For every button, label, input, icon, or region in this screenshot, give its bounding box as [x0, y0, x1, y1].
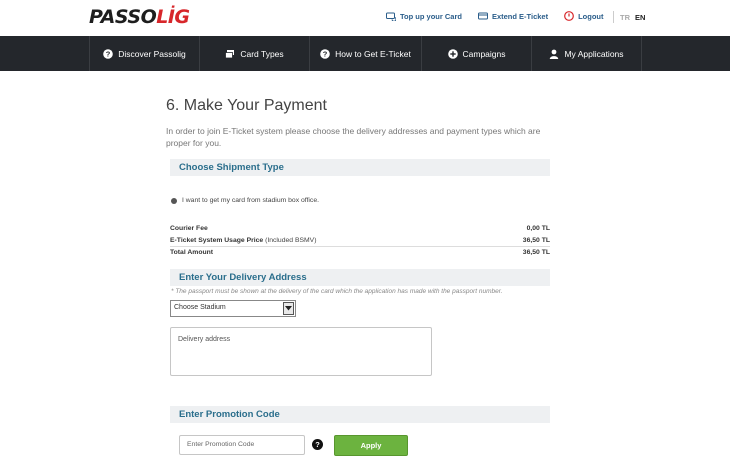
power-icon — [564, 11, 574, 21]
chevron-down-icon[interactable] — [283, 302, 294, 315]
intro-text: In order to join E-Ticket system please … — [166, 126, 541, 148]
lang-tr[interactable]: TR — [620, 13, 630, 22]
svg-text:?: ? — [106, 49, 111, 58]
question-circle-icon: ? — [103, 48, 114, 59]
promotion-code-placeholder: Enter Promotion Code — [187, 441, 255, 448]
nav-card-types[interactable]: Card Types — [199, 36, 309, 71]
extend-eticket-link[interactable]: Extend E-Ticket — [477, 11, 549, 21]
fee-label: Courier Fee — [170, 224, 208, 232]
fee-label: E-Ticket System Usage Price — [170, 236, 264, 244]
language-switcher: TR EN — [613, 11, 650, 23]
promotion-code-input[interactable]: Enter Promotion Code — [179, 435, 305, 455]
top-up-card-label: Top up your Card — [400, 11, 462, 21]
fee-value: 0,00 TL — [526, 224, 550, 232]
help-icon[interactable]: ? — [312, 439, 323, 450]
passolig-logo[interactable]: PASSOLİG — [89, 6, 190, 28]
page-title: 6. Make Your Payment — [166, 97, 327, 114]
fee-label-suffix: (Included BSMV) — [263, 236, 317, 244]
top-bar: PASSOLİG Top up your Card Extend E-Ticke… — [0, 0, 730, 36]
fee-value: 36,50 TL — [522, 249, 550, 256]
card-refresh-icon — [386, 11, 396, 21]
card-extend-icon — [477, 11, 488, 21]
logout-link[interactable]: Logout — [564, 11, 604, 21]
stadium-select-value: Choose Stadium — [174, 304, 226, 311]
fee-label: Total Amount — [170, 249, 214, 256]
nav-label: My Applications — [564, 48, 624, 59]
nav-label: Campaigns — [462, 48, 506, 59]
card-stack-icon — [225, 49, 235, 59]
delivery-section-heading: Enter Your Delivery Address — [170, 269, 550, 286]
fee-table: Courier Fee 0,00 TL E-Ticket System Usag… — [170, 222, 550, 258]
nav-label: Discover Passolig — [118, 48, 186, 59]
svg-text:?: ? — [323, 49, 328, 58]
nav-campaigns[interactable]: Campaigns — [421, 36, 531, 71]
shipment-section-heading: Choose Shipment Type — [170, 159, 550, 176]
promotion-section-heading: Enter Promotion Code — [170, 406, 550, 423]
question-circle-icon: ? — [320, 48, 330, 59]
nav-discover-passolig[interactable]: ? Discover Passolig — [89, 36, 199, 71]
shipment-radio[interactable] — [171, 197, 177, 204]
user-icon — [549, 49, 559, 59]
nav-label: Card Types — [240, 48, 284, 59]
passport-note: * The passport must be shown at the deli… — [171, 288, 503, 295]
nav-my-applications[interactable]: My Applications — [531, 36, 642, 71]
delivery-address-placeholder: Delivery address — [178, 336, 231, 343]
main-nav: ? Discover Passolig Card Types ? How to … — [0, 36, 730, 71]
shipment-option[interactable]: I want to get my card from stadium box o… — [171, 197, 319, 204]
nav-label: How to Get E-Ticket — [335, 48, 411, 59]
shipment-option-label: I want to get my card from stadium box o… — [182, 197, 320, 204]
fee-value: 36,50 TL — [522, 236, 550, 244]
logout-label: Logout — [578, 11, 604, 21]
fee-row-total: Total Amount 36,50 TL — [170, 246, 550, 258]
plus-circle-icon — [447, 48, 458, 59]
nav-how-to-get-eticket[interactable]: ? How to Get E-Ticket — [309, 36, 421, 71]
stadium-select[interactable]: Choose Stadium — [170, 300, 296, 317]
delivery-address-field[interactable]: Delivery address — [170, 327, 432, 376]
apply-button[interactable]: Apply — [334, 435, 408, 456]
fee-row: E-Ticket System Usage Price (Included BS… — [170, 234, 550, 246]
lang-en[interactable]: EN — [635, 13, 645, 22]
top-links: Top up your Card Extend E-Ticket Logout — [386, 11, 620, 21]
fee-row: Courier Fee 0,00 TL — [170, 222, 550, 234]
extend-eticket-label: Extend E-Ticket — [491, 11, 549, 21]
top-up-card-link[interactable]: Top up your Card — [386, 11, 462, 21]
